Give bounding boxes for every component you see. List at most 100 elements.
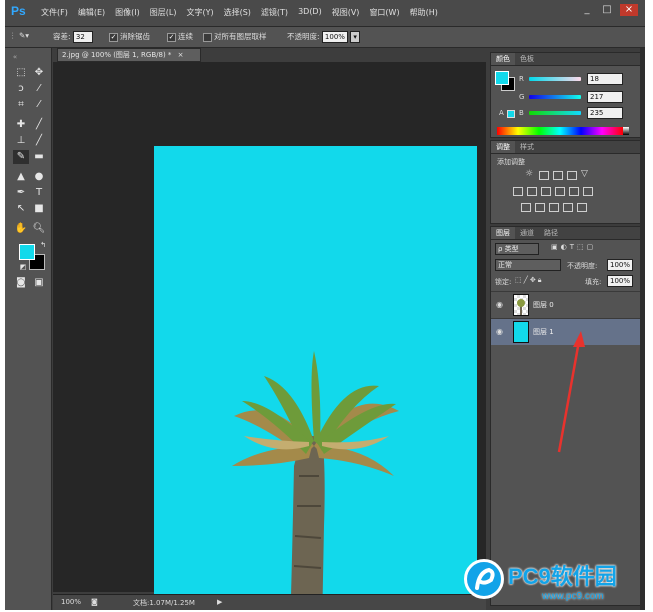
g-value-input[interactable]: 217 bbox=[587, 91, 623, 103]
minimize-button[interactable]: _ bbox=[580, 4, 594, 16]
menu-item[interactable]: 图像(I) bbox=[115, 7, 140, 18]
tab-channels[interactable]: 通道 bbox=[515, 227, 539, 239]
r-slider[interactable] bbox=[529, 77, 581, 81]
menu-item[interactable]: 文字(Y) bbox=[186, 7, 213, 18]
color-balance-icon[interactable] bbox=[527, 187, 537, 196]
clone-stamp-tool-icon[interactable]: ⊥ bbox=[13, 134, 29, 148]
gamut-swatch[interactable] bbox=[507, 110, 515, 118]
posterize-icon[interactable] bbox=[535, 203, 545, 212]
document-tab-close-icon[interactable]: × bbox=[178, 51, 184, 59]
blend-mode-select[interactable]: 正常 bbox=[495, 259, 561, 271]
swap-colors-icon[interactable]: ↰ bbox=[35, 238, 51, 252]
hand-tool-icon[interactable]: ✋ bbox=[13, 222, 29, 236]
path-selection-tool-icon[interactable]: ↖ bbox=[13, 202, 29, 216]
antialias-checkbox[interactable]: ✓ bbox=[109, 32, 118, 42]
crop-tool-icon[interactable]: ⌗ bbox=[13, 98, 29, 112]
pen-tool-icon[interactable]: ✒ bbox=[13, 186, 29, 200]
menu-item[interactable]: 帮助(H) bbox=[410, 7, 438, 18]
color-lookup-icon[interactable] bbox=[583, 187, 593, 196]
gradient-tool-icon[interactable]: ▬ bbox=[31, 150, 47, 164]
right-scrollbar[interactable] bbox=[640, 48, 645, 610]
document-workspace[interactable] bbox=[53, 62, 486, 610]
exposure-icon[interactable] bbox=[567, 171, 577, 180]
g-slider[interactable] bbox=[529, 95, 581, 99]
levels-icon[interactable] bbox=[539, 171, 549, 180]
quick-selection-tool-icon[interactable]: ⁄ bbox=[31, 82, 47, 96]
magic-eraser-tool-preset-icon[interactable]: ✎▾ bbox=[19, 31, 29, 40]
curves-icon[interactable] bbox=[553, 171, 563, 180]
opacity-input[interactable]: 100% bbox=[321, 31, 348, 43]
toolbar-collapse-icon[interactable]: « bbox=[7, 50, 23, 64]
photo-filter-icon[interactable] bbox=[555, 187, 565, 196]
history-brush-tool-icon[interactable]: ╱ bbox=[31, 134, 47, 148]
tab-paths[interactable]: 路径 bbox=[539, 227, 563, 239]
menu-item[interactable]: 窗口(W) bbox=[369, 7, 399, 18]
color-spectrum-bar[interactable] bbox=[497, 127, 623, 135]
zoom-tool-icon[interactable]: 🔍︎ bbox=[31, 222, 47, 236]
fill-input[interactable]: 100% bbox=[607, 275, 633, 287]
quick-mask-icon[interactable]: ◙ bbox=[13, 276, 29, 290]
palm-tree-image bbox=[232, 351, 399, 610]
tab-styles[interactable]: 样式 bbox=[515, 141, 539, 153]
blur-tool-icon[interactable]: ▲ bbox=[13, 170, 29, 184]
lock-icons[interactable]: ⬚╱✥🔒︎ bbox=[515, 276, 543, 285]
options-bar: ⋮ ✎▾ 容差: 32 ✓ 消除锯齿 ✓ 连续 对所有图层取样 不透明度: 100%… bbox=[5, 27, 645, 48]
brightness-icon[interactable]: ☼ bbox=[525, 169, 533, 179]
close-button[interactable]: × bbox=[620, 4, 638, 16]
tab-swatches[interactable]: 色板 bbox=[515, 53, 539, 65]
channel-mixer-icon[interactable] bbox=[569, 187, 579, 196]
visibility-eye-icon[interactable]: ◉ bbox=[496, 327, 503, 336]
menu-item[interactable]: 文件(F) bbox=[41, 7, 68, 18]
move-tool-icon[interactable]: ✥ bbox=[31, 66, 47, 80]
marquee-tool-icon[interactable]: ⬚ bbox=[13, 66, 29, 80]
layer-filter-icons[interactable]: ▣◐T⬚▢ bbox=[551, 243, 596, 251]
black-white-icon[interactable] bbox=[541, 187, 551, 196]
tab-adjustments[interactable]: 调整 bbox=[491, 141, 515, 153]
screen-mode-icon[interactable]: ▣ bbox=[31, 276, 47, 290]
color-panel-fg-swatch[interactable] bbox=[495, 71, 509, 85]
dodge-tool-icon[interactable]: ● bbox=[31, 170, 47, 184]
invert-icon[interactable] bbox=[521, 203, 531, 212]
b-value-input[interactable]: 235 bbox=[587, 107, 623, 119]
type-tool-icon[interactable]: T bbox=[31, 186, 47, 200]
foreground-color-swatch[interactable] bbox=[19, 244, 35, 260]
menu-item[interactable]: 3D(D) bbox=[298, 7, 322, 18]
menu-item[interactable]: 编辑(E) bbox=[78, 7, 105, 18]
hue-saturation-icon[interactable] bbox=[513, 187, 523, 196]
status-menu-arrow-icon[interactable]: ▶ bbox=[217, 598, 222, 606]
menu-item[interactable]: 视图(V) bbox=[332, 7, 360, 18]
tab-layers[interactable]: 图层 bbox=[491, 227, 515, 239]
layer-row-0[interactable]: ◉ 图层 0 bbox=[491, 291, 644, 318]
spot-healing-tool-icon[interactable]: ✚ bbox=[13, 118, 29, 132]
maximize-button[interactable]: □ bbox=[600, 4, 614, 16]
tolerance-input[interactable]: 32 bbox=[72, 31, 93, 43]
brush-tool-icon[interactable]: ╱ bbox=[31, 118, 47, 132]
eyedropper-tool-icon[interactable]: ⁄ bbox=[31, 98, 47, 112]
selective-color-icon[interactable] bbox=[563, 203, 573, 212]
layer-opacity-input[interactable]: 100% bbox=[607, 259, 633, 271]
status-bar-icon[interactable]: ◙ bbox=[91, 598, 98, 606]
menu-item[interactable]: 选择(S) bbox=[224, 7, 251, 18]
menu-item[interactable]: 图层(L) bbox=[150, 7, 177, 18]
visibility-eye-icon[interactable]: ◉ bbox=[496, 300, 503, 309]
contiguous-checkbox[interactable]: ✓ bbox=[167, 32, 176, 42]
vibrance-icon[interactable]: ▽ bbox=[581, 169, 588, 179]
image-canvas[interactable] bbox=[154, 146, 477, 610]
bw-ramp[interactable] bbox=[623, 127, 629, 135]
layer-name[interactable]: 图层 0 bbox=[533, 300, 554, 310]
menu-item[interactable]: 滤镜(T) bbox=[261, 7, 288, 18]
opacity-dropdown-icon[interactable]: ▾ bbox=[350, 31, 360, 43]
layer-filter-select[interactable]: ρ 类型 bbox=[495, 243, 539, 255]
tab-color[interactable]: 颜色 bbox=[491, 53, 515, 65]
zoom-level[interactable]: 100% bbox=[61, 598, 81, 606]
default-colors-icon[interactable]: ◩ bbox=[15, 260, 31, 274]
r-value-input[interactable]: 18 bbox=[587, 73, 623, 85]
threshold-icon[interactable] bbox=[549, 203, 559, 212]
document-tab[interactable]: 2.jpg @ 100% (图层 1, RGB/8) * × bbox=[57, 48, 201, 62]
rectangle-tool-icon[interactable]: ■ bbox=[31, 202, 47, 216]
b-slider[interactable] bbox=[529, 111, 581, 115]
eraser-tool-icon[interactable]: ✎ bbox=[13, 150, 29, 164]
gradient-map-icon[interactable] bbox=[577, 203, 587, 212]
sample-all-layers-checkbox[interactable] bbox=[203, 32, 212, 42]
lasso-tool-icon[interactable]: ↄ bbox=[13, 82, 29, 96]
